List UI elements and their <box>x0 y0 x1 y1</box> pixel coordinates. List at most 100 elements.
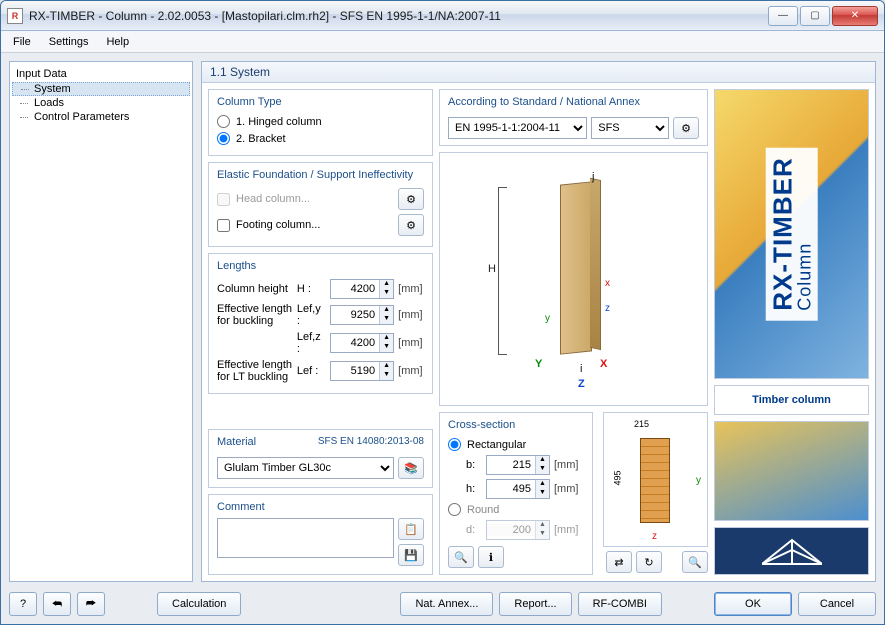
input-H-field[interactable] <box>331 283 379 295</box>
menubar: File Settings Help <box>1 31 884 53</box>
unit-b: [mm] <box>554 459 584 471</box>
content-panel: 1.1 System Column Type 1. Hinged column <box>201 61 876 582</box>
label-column-height: Column height <box>217 283 293 295</box>
sym-Lefy: Lef,y : <box>297 303 326 327</box>
section-heading: 1.1 System <box>202 62 875 83</box>
input-Lef[interactable]: ▲▼ <box>330 361 394 381</box>
nat-annex-button[interactable]: Nat. Annex... <box>400 592 493 616</box>
input-h-field[interactable] <box>487 483 535 495</box>
check-footing-column[interactable] <box>217 219 230 232</box>
prev-button[interactable]: ⮪ <box>43 592 71 616</box>
diagram-node-i: i <box>580 363 582 375</box>
material-standard: SFS EN 14080:2013-08 <box>318 436 424 453</box>
label-d: d: <box>466 524 482 536</box>
label-hinged-column: 1. Hinged column <box>236 116 322 128</box>
input-H[interactable]: ▲▼ <box>330 279 394 299</box>
unit-Lef: [mm] <box>398 365 424 377</box>
input-b-field[interactable] <box>487 459 535 471</box>
group-title-standard: According to Standard / National Annex <box>448 96 699 113</box>
input-Lef-field[interactable] <box>331 365 379 377</box>
view-mode-1-button[interactable]: ⇄ <box>606 551 632 573</box>
comment-textarea[interactable] <box>217 518 394 558</box>
group-material: Material SFS EN 14080:2013-08 Glulam Tim… <box>208 429 433 488</box>
menu-settings[interactable]: Settings <box>41 34 97 50</box>
brand-image <box>714 421 869 521</box>
nav-tree: Input Data System Loads Control Paramete… <box>9 61 193 582</box>
unit-h: [mm] <box>554 483 584 495</box>
radio-round[interactable] <box>448 503 461 516</box>
next-button[interactable]: ⮫ <box>77 592 105 616</box>
tree-item-loads[interactable]: Loads <box>12 96 190 110</box>
app-icon: R <box>7 8 23 24</box>
radio-hinged-column[interactable] <box>217 115 230 128</box>
diagram-local-z: z <box>605 303 610 314</box>
radio-bracket[interactable] <box>217 132 230 145</box>
calculation-button[interactable]: Calculation <box>157 592 241 616</box>
label-head-column: Head column... <box>236 193 310 205</box>
select-material[interactable]: Glulam Timber GL30c <box>217 457 394 479</box>
menu-help[interactable]: Help <box>98 34 137 50</box>
input-Lefz[interactable]: ▲▼ <box>330 333 394 353</box>
column-sketch: H j i x y z X Y Z <box>450 163 697 395</box>
cross-section-preview[interactable]: 215 495 y z <box>603 412 708 547</box>
group-title-cross-section: Cross-section <box>448 419 584 436</box>
help-button[interactable]: ? <box>9 592 37 616</box>
label-eff-buckling: Effective length for buckling <box>217 303 293 327</box>
diagram-global-X: X <box>600 358 607 370</box>
maximize-button[interactable]: ▢ <box>800 6 830 26</box>
group-comment: Comment 📋 💾 <box>208 494 433 575</box>
sym-Lefz: Lef,z : <box>297 331 326 355</box>
check-head-column <box>217 193 230 206</box>
standard-settings-button[interactable]: ⚙ <box>673 117 699 139</box>
label-b: b: <box>466 459 482 471</box>
input-d-field <box>487 524 535 536</box>
group-column-type: Column Type 1. Hinged column 2. Bracket <box>208 89 433 156</box>
input-Lefy[interactable]: ▲▼ <box>330 305 394 325</box>
group-elastic-foundation: Elastic Foundation / Support Ineffectivi… <box>208 162 433 247</box>
input-h[interactable]: ▲▼ <box>486 479 550 499</box>
cancel-button[interactable]: Cancel <box>798 592 876 616</box>
zoom-button[interactable]: 🔍 <box>448 546 474 568</box>
view-search-button[interactable]: 🔍 <box>682 551 708 573</box>
view-mode-2-button[interactable]: ↻ <box>636 551 662 573</box>
group-title-lengths: Lengths <box>217 260 424 277</box>
brand-caption: Timber column <box>714 385 869 415</box>
select-standard-code[interactable]: EN 1995-1-1:2004-11 <box>448 117 587 139</box>
group-title-elastic: Elastic Foundation / Support Ineffectivi… <box>217 169 424 186</box>
mini-dim-width: 215 <box>634 419 649 429</box>
label-footing-column: Footing column... <box>236 219 320 231</box>
group-title-comment: Comment <box>217 501 424 518</box>
footer-bar: ? ⮪ ⮫ Calculation Nat. Annex... Report..… <box>9 588 876 616</box>
label-h: h: <box>466 483 482 495</box>
column-3d-viewer[interactable]: H j i x y z X Y Z <box>439 152 708 406</box>
menu-file[interactable]: File <box>5 34 39 50</box>
select-national-annex[interactable]: SFS <box>591 117 669 139</box>
info-button[interactable]: ℹ <box>478 546 504 568</box>
ok-button[interactable]: OK <box>714 592 792 616</box>
diagram-global-Y: Y <box>535 358 542 370</box>
minimize-button[interactable]: — <box>768 6 798 26</box>
comment-pick-button[interactable]: 📋 <box>398 518 424 540</box>
report-button[interactable]: Report... <box>499 592 571 616</box>
head-column-settings-button[interactable]: ⚙ <box>398 188 424 210</box>
tree-root[interactable]: Input Data <box>12 66 190 82</box>
input-d: ▲▼ <box>486 520 550 540</box>
material-library-button[interactable]: 📚 <box>398 457 424 479</box>
input-Lefy-field[interactable] <box>331 309 379 321</box>
group-title-column-type: Column Type <box>217 96 424 113</box>
rf-combi-button[interactable]: RF-COMBI <box>578 592 662 616</box>
tree-item-control-parameters[interactable]: Control Parameters <box>12 110 190 124</box>
footing-column-settings-button[interactable]: ⚙ <box>398 214 424 236</box>
input-b[interactable]: ▲▼ <box>486 455 550 475</box>
dlubal-logo <box>714 527 869 575</box>
group-cross-section: Cross-section Rectangular b: ▲▼ [mm] <box>439 412 593 575</box>
close-button[interactable]: ✕ <box>832 6 878 26</box>
label-rectangular: Rectangular <box>467 439 526 451</box>
label-round: Round <box>467 504 499 516</box>
diagram-local-x: x <box>605 278 610 289</box>
input-Lefz-field[interactable] <box>331 337 379 349</box>
logo-icon <box>762 536 822 566</box>
tree-item-system[interactable]: System <box>12 82 190 96</box>
comment-save-button[interactable]: 💾 <box>398 544 424 566</box>
radio-rectangular[interactable] <box>448 438 461 451</box>
